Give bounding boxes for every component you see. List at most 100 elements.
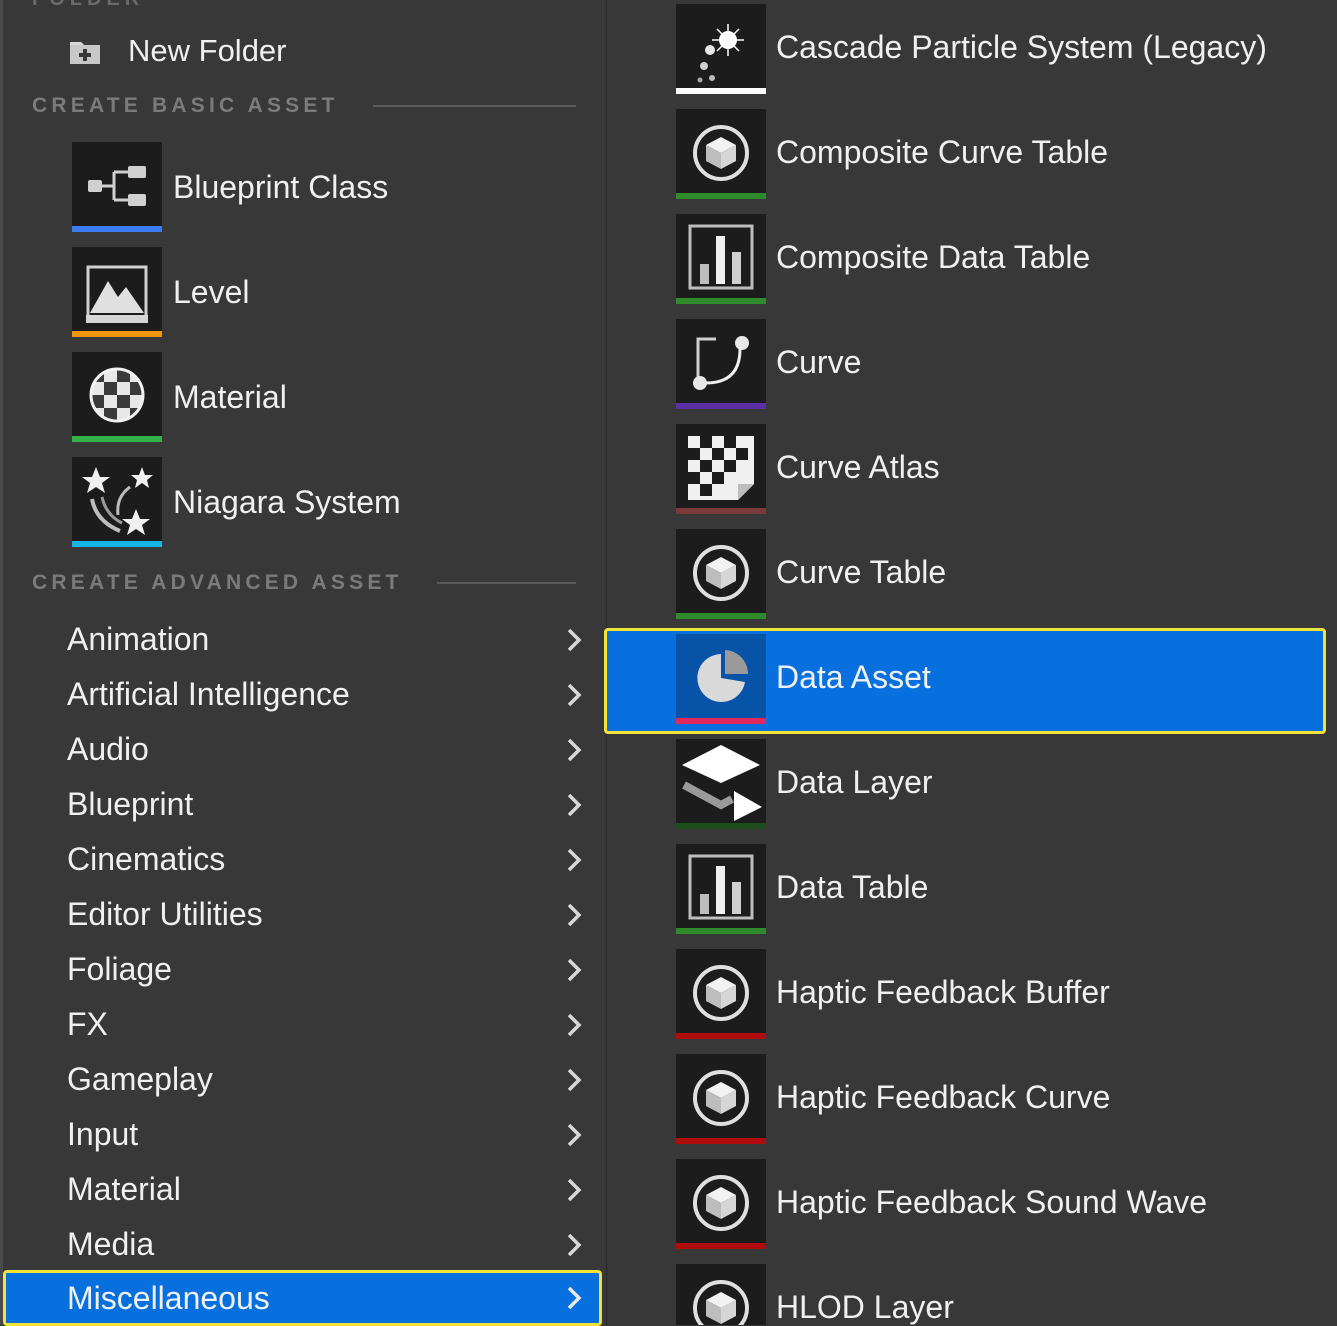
basic-item-label: Blueprint Class xyxy=(173,168,389,205)
cube-icon xyxy=(676,949,766,1039)
chevron-right-icon xyxy=(567,738,582,761)
asset-hlod-layer[interactable]: HLOD Layer xyxy=(607,1260,1337,1325)
asset-haptic-feedback-curve[interactable]: Haptic Feedback Curve xyxy=(607,1050,1337,1155)
asset-label: Haptic Feedback Buffer xyxy=(776,974,1110,1010)
asset-label: Composite Data Table xyxy=(776,239,1091,275)
category-label: Audio xyxy=(67,731,149,767)
level-icon xyxy=(72,247,162,337)
chevron-right-icon xyxy=(567,958,582,981)
category-audio[interactable]: Audio xyxy=(3,722,602,777)
category-label: Media xyxy=(67,1226,155,1262)
category-input[interactable]: Input xyxy=(3,1107,602,1162)
asset-data-asset[interactable]: Data Asset xyxy=(604,628,1337,735)
section-divider xyxy=(436,582,576,584)
bar-chart-icon xyxy=(676,214,766,304)
category-media[interactable]: Media xyxy=(3,1217,602,1272)
chevron-right-icon xyxy=(567,793,582,816)
new-folder-icon xyxy=(68,36,102,66)
category-label: Material xyxy=(67,1171,181,1207)
chevron-right-icon xyxy=(567,1013,582,1036)
asset-color-bar xyxy=(676,1243,766,1249)
asset-cascade-particle-system[interactable]: Cascade Particle System (Legacy) xyxy=(607,0,1337,105)
asset-color-bar xyxy=(676,298,766,304)
category-miscellaneous[interactable]: Miscellaneous xyxy=(3,1270,602,1326)
asset-color-bar xyxy=(676,1138,766,1144)
basic-asset-section-label: CREATE BASIC ASSET xyxy=(32,94,339,117)
chevron-right-icon xyxy=(567,848,582,871)
bar-chart-icon xyxy=(676,844,766,934)
asset-data-table[interactable]: Data Table xyxy=(607,840,1337,945)
asset-label: Composite Curve Table xyxy=(776,134,1109,170)
checker-atlas-icon xyxy=(676,424,766,514)
category-blueprint[interactable]: Blueprint xyxy=(3,777,602,832)
asset-curve[interactable]: Curve xyxy=(607,315,1337,420)
asset-curve-atlas[interactable]: Curve Atlas xyxy=(607,420,1337,525)
asset-composite-data-table[interactable]: Composite Data Table xyxy=(607,210,1337,315)
basic-item-level[interactable]: Level xyxy=(72,247,572,337)
category-foliage[interactable]: Foliage xyxy=(3,942,602,997)
blueprint-class-icon xyxy=(72,142,162,232)
basic-item-niagara-system[interactable]: Niagara System xyxy=(72,457,572,547)
chevron-right-icon xyxy=(567,1233,582,1256)
asset-color-bar xyxy=(72,331,162,337)
asset-label: Curve Table xyxy=(776,554,947,590)
asset-color-bar xyxy=(676,718,766,724)
asset-label: Data Table xyxy=(776,869,929,905)
category-animation[interactable]: Animation xyxy=(3,612,602,667)
asset-color-bar xyxy=(72,436,162,442)
cascade-particle-icon xyxy=(676,4,766,94)
asset-data-layer[interactable]: Data Layer xyxy=(607,735,1337,840)
category-label: Input xyxy=(67,1116,139,1152)
category-label: Blueprint xyxy=(67,786,194,822)
chevron-right-icon xyxy=(567,683,582,706)
cube-icon xyxy=(676,1054,766,1144)
asset-label: Haptic Feedback Curve xyxy=(776,1079,1111,1115)
asset-label: Data Layer xyxy=(776,764,933,800)
asset-haptic-feedback-sound-wave[interactable]: Haptic Feedback Sound Wave xyxy=(607,1155,1337,1260)
material-icon xyxy=(72,352,162,442)
asset-color-bar xyxy=(72,541,162,547)
basic-item-label: Level xyxy=(173,273,250,310)
asset-color-bar xyxy=(676,613,766,619)
pie-chart-icon xyxy=(676,634,766,724)
section-divider xyxy=(372,105,576,107)
basic-item-blueprint-class[interactable]: Blueprint Class xyxy=(72,142,572,232)
new-folder-label: New Folder xyxy=(128,33,287,68)
chevron-right-icon xyxy=(567,1286,582,1310)
asset-composite-curve-table[interactable]: Composite Curve Table xyxy=(607,105,1337,210)
data-layer-icon xyxy=(676,739,766,829)
cube-icon xyxy=(676,109,766,199)
asset-curve-table[interactable]: Curve Table xyxy=(607,525,1337,630)
niagara-system-icon xyxy=(72,457,162,547)
asset-label: HLOD Layer xyxy=(776,1289,954,1325)
cube-icon xyxy=(676,529,766,619)
asset-haptic-feedback-buffer[interactable]: Haptic Feedback Buffer xyxy=(607,945,1337,1050)
category-label: FX xyxy=(67,1006,108,1042)
asset-color-bar xyxy=(676,403,766,409)
chevron-right-icon xyxy=(567,628,582,651)
new-folder-item[interactable]: New Folder xyxy=(68,28,568,74)
basic-item-material[interactable]: Material xyxy=(72,352,572,442)
category-editor-utilities[interactable]: Editor Utilities xyxy=(3,887,602,942)
asset-label: Curve xyxy=(776,344,862,380)
category-label: Animation xyxy=(67,621,210,657)
folder-section-header: FOLDER xyxy=(32,0,144,11)
basic-item-label: Material xyxy=(173,378,287,415)
asset-label: Curve Atlas xyxy=(776,449,940,485)
category-label: Gameplay xyxy=(67,1061,213,1097)
asset-color-bar xyxy=(676,823,766,829)
category-gameplay[interactable]: Gameplay xyxy=(3,1052,602,1107)
create-asset-menu: FOLDER New Folder CREATE BASIC ASSET xyxy=(0,0,607,1326)
category-cinematics[interactable]: Cinematics xyxy=(3,832,602,887)
asset-color-bar xyxy=(676,508,766,514)
category-label: Artificial Intelligence xyxy=(67,676,350,712)
category-fx[interactable]: FX xyxy=(3,997,602,1052)
category-label: Editor Utilities xyxy=(67,896,263,932)
advanced-asset-section-label: CREATE ADVANCED ASSET xyxy=(32,571,403,594)
chevron-right-icon xyxy=(567,1123,582,1146)
basic-asset-section-header: CREATE BASIC ASSET xyxy=(32,94,576,118)
curve-icon xyxy=(676,319,766,409)
asset-color-bar xyxy=(676,928,766,934)
category-material[interactable]: Material xyxy=(3,1162,602,1217)
category-artificial-intelligence[interactable]: Artificial Intelligence xyxy=(3,667,602,722)
